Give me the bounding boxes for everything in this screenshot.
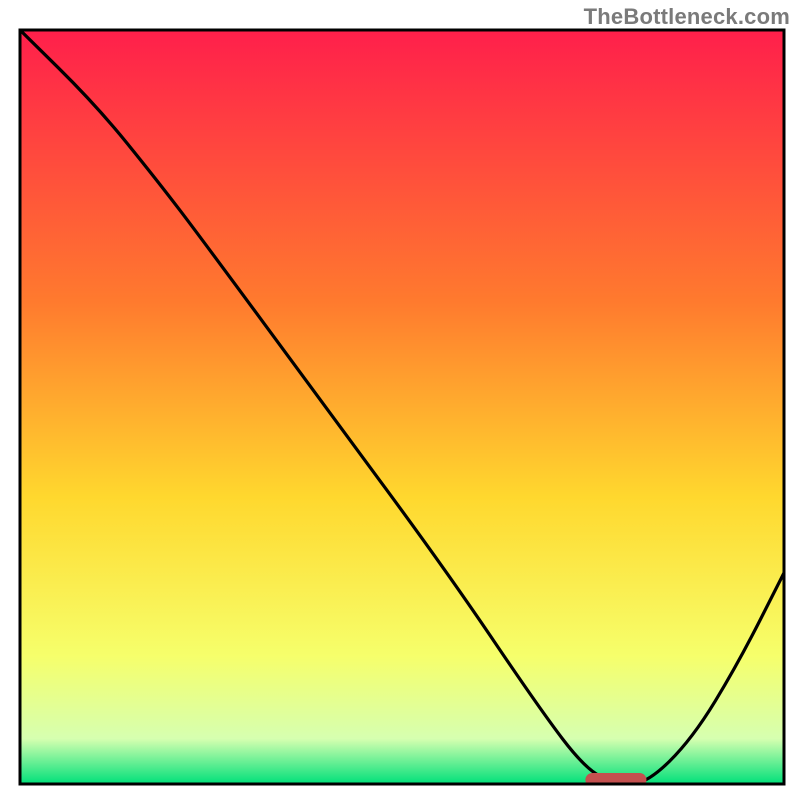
chart-background-gradient <box>20 30 784 784</box>
bottleneck-chart <box>0 0 800 800</box>
